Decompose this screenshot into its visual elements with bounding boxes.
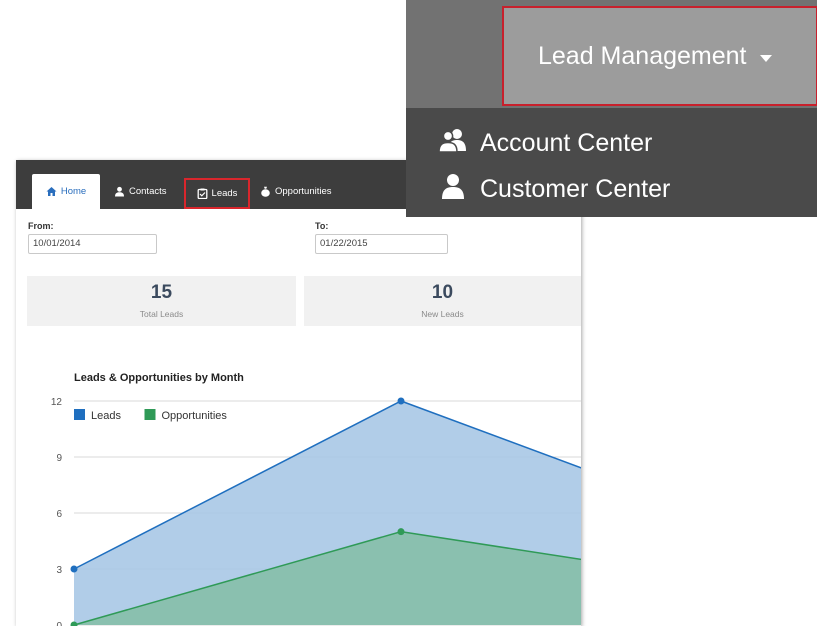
from-date-input[interactable]: 10/01/2014	[28, 234, 157, 254]
tab-home-label: Home	[60, 186, 87, 197]
menu-item-customer-center[interactable]: Customer Center	[438, 172, 670, 207]
from-label: From:	[28, 221, 54, 231]
to-date-input[interactable]: 01/22/2015	[315, 234, 448, 254]
y-tick-label: 6	[56, 509, 62, 520]
tab-opportunities[interactable]: Opportunities	[254, 174, 354, 209]
data-point	[397, 397, 405, 405]
lead-management-label: Lead Management	[538, 41, 747, 70]
person-icon	[114, 186, 125, 197]
stat-caption: New Leads	[421, 309, 464, 319]
y-tick-label: 9	[56, 453, 62, 464]
tab-contacts-label: Contacts	[129, 186, 167, 197]
y-tick-label: 12	[51, 397, 63, 408]
app-window: Home Contacts Leads Opportunities From: …	[16, 160, 581, 626]
stat-caption: Total Leads	[139, 309, 184, 319]
person-icon	[438, 172, 468, 207]
data-point	[397, 528, 405, 536]
legend-label: Leads	[91, 410, 121, 422]
tab-contacts[interactable]: Contacts	[108, 174, 178, 209]
money-bag-icon	[260, 186, 271, 197]
stat-value: 15	[150, 282, 173, 303]
stat-value: 10	[431, 282, 454, 303]
zoom-inset: Lead Management Account Center Customer …	[406, 0, 817, 217]
legend-label: Opportunities	[162, 410, 228, 422]
account-group-icon	[438, 127, 468, 160]
home-icon	[46, 186, 57, 197]
tab-leads-label: Leads	[211, 188, 238, 199]
stat-new-leads: 10 New Leads	[304, 276, 581, 326]
stat-total-leads: 15 Total Leads	[27, 276, 296, 326]
account-center-label: Account Center	[480, 129, 653, 157]
tab-opportunities-label: Opportunities	[275, 186, 332, 197]
data-point	[70, 565, 78, 573]
caret-down-icon	[760, 54, 773, 62]
chart-title: Leads & Opportunities by Month	[74, 372, 244, 384]
leads-opportunities-chart: 0 3 6 9 12 Leads Opportunities	[51, 397, 581, 626]
legend-swatch	[144, 409, 156, 420]
to-label: To:	[315, 221, 329, 231]
customer-center-label: Customer Center	[480, 175, 671, 203]
tab-leads[interactable]: Leads	[184, 178, 250, 209]
tab-home[interactable]: Home	[32, 174, 100, 209]
lead-management-menu-button[interactable]: Lead Management	[502, 6, 817, 106]
y-tick-label: 3	[56, 565, 62, 576]
legend-swatch	[74, 409, 85, 420]
menu-item-account-center[interactable]: Account Center	[438, 127, 652, 160]
clipboard-icon	[197, 188, 208, 199]
y-tick-label: 0	[56, 621, 62, 626]
